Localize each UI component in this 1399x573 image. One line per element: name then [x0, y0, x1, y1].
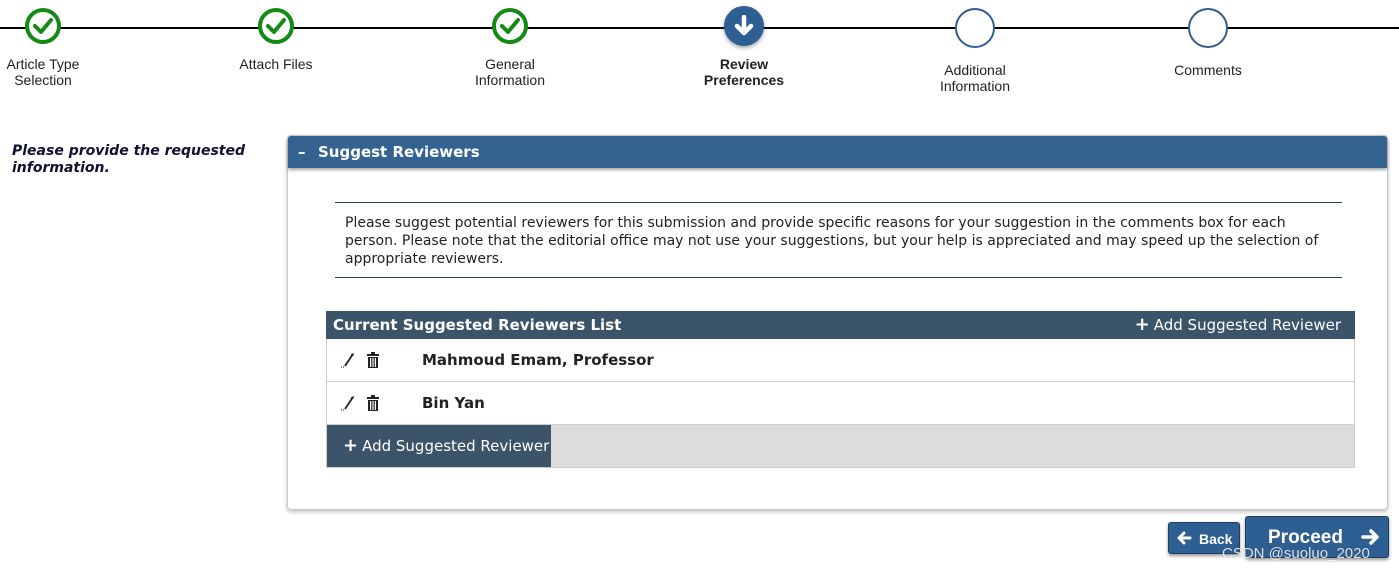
trash-icon[interactable]: [366, 395, 380, 415]
step-label: Additional Information: [939, 62, 1011, 94]
reviewers-list-header: Current Suggested Reviewers List + Add Su…: [326, 311, 1355, 339]
reviewers-list: Current Suggested Reviewers List + Add Su…: [326, 311, 1355, 468]
plus-icon: +: [1134, 314, 1150, 335]
empty-circle-icon: [955, 8, 995, 48]
step-comments[interactable]: Comments: [1138, 8, 1278, 78]
step-label: Article Type Selection: [6, 56, 80, 88]
step-article-type-selection[interactable]: Article Type Selection: [0, 8, 113, 88]
check-icon: [25, 8, 61, 44]
reviewers-list-footer: + Add Suggested Reviewer: [326, 425, 1355, 468]
down-arrow-icon: [724, 6, 764, 46]
add-reviewer-label: Add Suggested Reviewer: [362, 437, 550, 455]
instructions-note: Please suggest potential reviewers for t…: [335, 202, 1342, 278]
trash-icon[interactable]: [366, 352, 380, 372]
empty-circle-icon: [1188, 8, 1228, 48]
plus-icon: +: [343, 435, 359, 456]
step-attach-files[interactable]: Attach Files: [206, 8, 346, 72]
step-additional-information[interactable]: Additional Information: [905, 8, 1045, 94]
add-suggested-reviewer-link[interactable]: + Add Suggested Reviewer: [1135, 311, 1341, 339]
left-arrow-icon: [1177, 531, 1192, 545]
reviewer-name: Bin Yan: [422, 394, 485, 412]
collapse-toggle-icon[interactable]: –: [298, 136, 306, 168]
watermark-text: CSDN @suoluo_2020: [1222, 545, 1370, 562]
progress-stepper: Article Type Selection Attach Files Gene…: [0, 0, 1399, 100]
panel-header[interactable]: – Suggest Reviewers: [288, 136, 1387, 168]
step-general-information[interactable]: General Information: [440, 8, 580, 88]
table-row: Mahmoud Emam, Professor: [326, 339, 1355, 382]
reviewers-list-title: Current Suggested Reviewers List: [333, 316, 622, 334]
suggest-reviewers-panel: – Suggest Reviewers Please suggest poten…: [287, 135, 1388, 510]
table-row: Bin Yan: [326, 382, 1355, 425]
step-label: General Information: [474, 56, 546, 88]
right-arrow-icon: [1361, 529, 1379, 545]
panel-title: Suggest Reviewers: [318, 143, 480, 161]
pencil-icon[interactable]: [340, 352, 356, 372]
step-review-preferences[interactable]: Review Preferences: [674, 6, 814, 88]
step-label: Attach Files: [239, 56, 313, 72]
pencil-icon[interactable]: [340, 395, 356, 415]
add-reviewer-label: Add Suggested Reviewer: [1153, 316, 1341, 334]
check-icon: [258, 8, 294, 44]
instruction-text: Please provide the requested information…: [12, 143, 246, 176]
reviewer-name: Mahmoud Emam, Professor: [422, 351, 654, 369]
check-icon: [492, 8, 528, 44]
step-label: Comments: [1174, 62, 1242, 78]
step-label: Review Preferences: [703, 56, 785, 88]
add-suggested-reviewer-button[interactable]: + Add Suggested Reviewer: [327, 425, 551, 467]
